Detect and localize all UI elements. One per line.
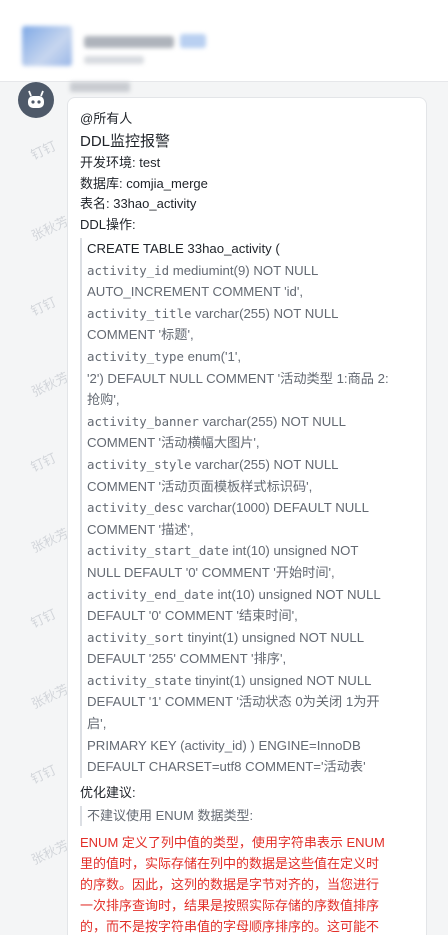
sql-column-name: activity_title xyxy=(87,305,192,321)
sql-text: COMMENT '活动横幅大图片', xyxy=(87,435,260,451)
sql-column-name: activity_desc xyxy=(87,500,184,516)
mention-all[interactable]: @所有人 xyxy=(80,110,414,128)
sql-line: COMMENT '活动横幅大图片', xyxy=(87,432,414,454)
sender-name-blurred xyxy=(70,82,130,92)
suggest-quote: 不建议使用 ENUM 数据类型: xyxy=(80,805,414,826)
sql-column-name: activity_state xyxy=(87,672,192,688)
sql-text: tinyint(1) unsigned NOT NULL xyxy=(191,672,372,688)
sql-text: int(10) unsigned NOT xyxy=(228,543,359,559)
sql-text: NULL DEFAULT '0' COMMENT '开始时间', xyxy=(87,564,335,580)
sql-quote-block: CREATE TABLE 33hao_activity ( activity_id… xyxy=(80,238,414,778)
sql-line: AUTO_INCREMENT COMMENT 'id', xyxy=(87,281,414,303)
database-line: 数据库: comjia_merge xyxy=(80,175,208,191)
sql-line: DEFAULT '255' COMMENT '排序', xyxy=(87,648,414,670)
sql-line: COMMENT '描述', xyxy=(87,519,414,541)
sql-text: DEFAULT '0' COMMENT '结束时间', xyxy=(87,608,298,624)
sql-text: DEFAULT '1' COMMENT '活动状态 0为关闭 1为开 xyxy=(87,694,380,710)
sql-line: activity_banner varchar(255) NOT NULL xyxy=(87,411,414,433)
sql-text: varchar(1000) DEFAULT NULL xyxy=(183,500,369,516)
watermark-text: 钉钉 xyxy=(28,295,59,320)
sql-text: 抢购', xyxy=(87,392,120,408)
robot-icon[interactable] xyxy=(18,82,54,118)
group-avatar-icon[interactable] xyxy=(22,26,72,66)
sql-line: PRIMARY KEY (activity_id) ) ENGINE=InnoD… xyxy=(87,735,414,757)
sql-line: DEFAULT '0' COMMENT '结束时间', xyxy=(87,605,414,627)
warning-text: ENUM 定义了列中值的类型，使用字符串表示 ENUM 里的值时，实际存储在列中的… xyxy=(80,832,414,935)
sql-text: varchar(255) NOT NULL xyxy=(191,456,339,472)
sql-line: activity_title varchar(255) NOT NULL xyxy=(87,303,414,325)
watermark-text: 张秋芳 xyxy=(29,214,72,245)
sql-line: activity_id mediumint(9) NOT NULL xyxy=(87,260,414,282)
sql-column-name: activity_sort xyxy=(87,629,184,645)
sql-text: DEFAULT '255' COMMENT '排序', xyxy=(87,651,287,667)
sql-text: '2') DEFAULT NULL COMMENT '活动类型 1:商品 2: xyxy=(87,370,389,386)
sql-line: CREATE TABLE 33hao_activity ( xyxy=(87,238,414,260)
sql-line: '2') DEFAULT NULL COMMENT '活动类型 1:商品 2: xyxy=(87,368,414,390)
watermark-text: 张秋芳 xyxy=(29,838,72,869)
warning-line: 一次排序查询时，结果是按照实际存储的序数值排序 xyxy=(80,897,380,913)
sql-text: DEFAULT CHARSET=utf8 COMMENT='活动表' xyxy=(87,759,366,775)
message-bubble[interactable]: @所有人 DDL监控报警 开发环境: test 数据库: comjia_merg… xyxy=(67,97,427,935)
sql-text: int(10) unsigned NOT NULL xyxy=(213,586,381,602)
alert-title: DDL监控报警 xyxy=(80,133,171,150)
sql-line: activity_type enum('1', xyxy=(87,346,414,368)
sql-text: COMMENT '标题', xyxy=(87,327,194,343)
sql-text: mediumint(9) NOT NULL xyxy=(169,262,319,278)
sql-column-name: activity_style xyxy=(87,456,192,472)
sql-text: enum('1', xyxy=(183,348,242,364)
suggest-label: 优化建议: xyxy=(80,784,136,800)
watermark-text: 钉钉 xyxy=(28,607,59,632)
watermark-text: 钉钉 xyxy=(28,139,59,164)
sql-text: 启', xyxy=(87,716,107,732)
sql-column-name: activity_end_date xyxy=(87,586,214,602)
table-line: 表名: 33hao_activity xyxy=(80,196,197,211)
sql-column-name: activity_banner xyxy=(87,413,199,429)
sql-column-name: activity_type xyxy=(87,348,184,364)
sql-line: activity_style varchar(255) NOT NULL xyxy=(87,454,414,476)
sql-text: COMMENT '描述', xyxy=(87,521,194,537)
ddl-label: DDL操作: xyxy=(80,216,136,232)
sql-text: COMMENT '活动页面模板样式标识码', xyxy=(87,478,313,494)
chat-header xyxy=(0,0,448,82)
sql-line: activity_end_date int(10) unsigned NOT N… xyxy=(87,584,414,606)
sql-text: varchar(255) NOT NULL xyxy=(198,413,346,429)
sql-line: COMMENT '活动页面模板样式标识码', xyxy=(87,476,414,498)
warning-line: 的，而不是按字符串值的字母顺序排序的。这可能不 xyxy=(80,918,380,934)
sql-text: varchar(255) NOT NULL xyxy=(191,305,339,321)
watermark-text: 钉钉 xyxy=(28,451,59,476)
watermark-text: 张秋芳 xyxy=(29,370,72,401)
sql-text: PRIMARY KEY (activity_id) ) ENGINE=InnoD… xyxy=(87,737,361,753)
sql-text: tinyint(1) unsigned NOT NULL xyxy=(183,629,365,645)
watermark-text: 张秋芳 xyxy=(29,526,72,557)
warning-line: ENUM 定义了列中值的类型，使用字符串表示 ENUM xyxy=(80,834,385,850)
sql-line: DEFAULT '1' COMMENT '活动状态 0为关闭 1为开 xyxy=(87,691,414,713)
sql-line: COMMENT '标题', xyxy=(87,324,414,346)
warning-line: 里的值时，实际存储在列中的数据是这些值在定义时 xyxy=(80,855,380,871)
sql-text: AUTO_INCREMENT COMMENT 'id', xyxy=(87,284,304,300)
sql-line: activity_start_date int(10) unsigned NOT xyxy=(87,540,414,562)
sql-line: activity_state tinyint(1) unsigned NOT N… xyxy=(87,670,414,692)
chat-subtitle-blurred xyxy=(84,56,144,64)
chat-title-blurred-tag xyxy=(180,34,206,48)
sql-line: 抢购', xyxy=(87,389,414,411)
sql-line: 启', xyxy=(87,713,414,735)
sql-line: activity_desc varchar(1000) DEFAULT NULL xyxy=(87,497,414,519)
sql-text: CREATE TABLE 33hao_activity ( xyxy=(87,241,280,256)
sql-line: activity_sort tinyint(1) unsigned NOT NU… xyxy=(87,627,414,649)
env-line: 开发环境: test xyxy=(80,155,161,170)
sql-column-name: activity_start_date xyxy=(87,543,229,559)
sql-line: DEFAULT CHARSET=utf8 COMMENT='活动表' xyxy=(87,756,414,778)
watermark-text: 张秋芳 xyxy=(29,682,72,713)
watermark-text: 钉钉 xyxy=(28,763,59,788)
chat-title-blurred xyxy=(84,36,174,48)
warning-line: 的序数。因此，这列的数据是字节对齐的，当您进行 xyxy=(80,876,380,892)
sql-column-name: activity_id xyxy=(87,262,170,278)
sql-line: NULL DEFAULT '0' COMMENT '开始时间', xyxy=(87,562,414,584)
